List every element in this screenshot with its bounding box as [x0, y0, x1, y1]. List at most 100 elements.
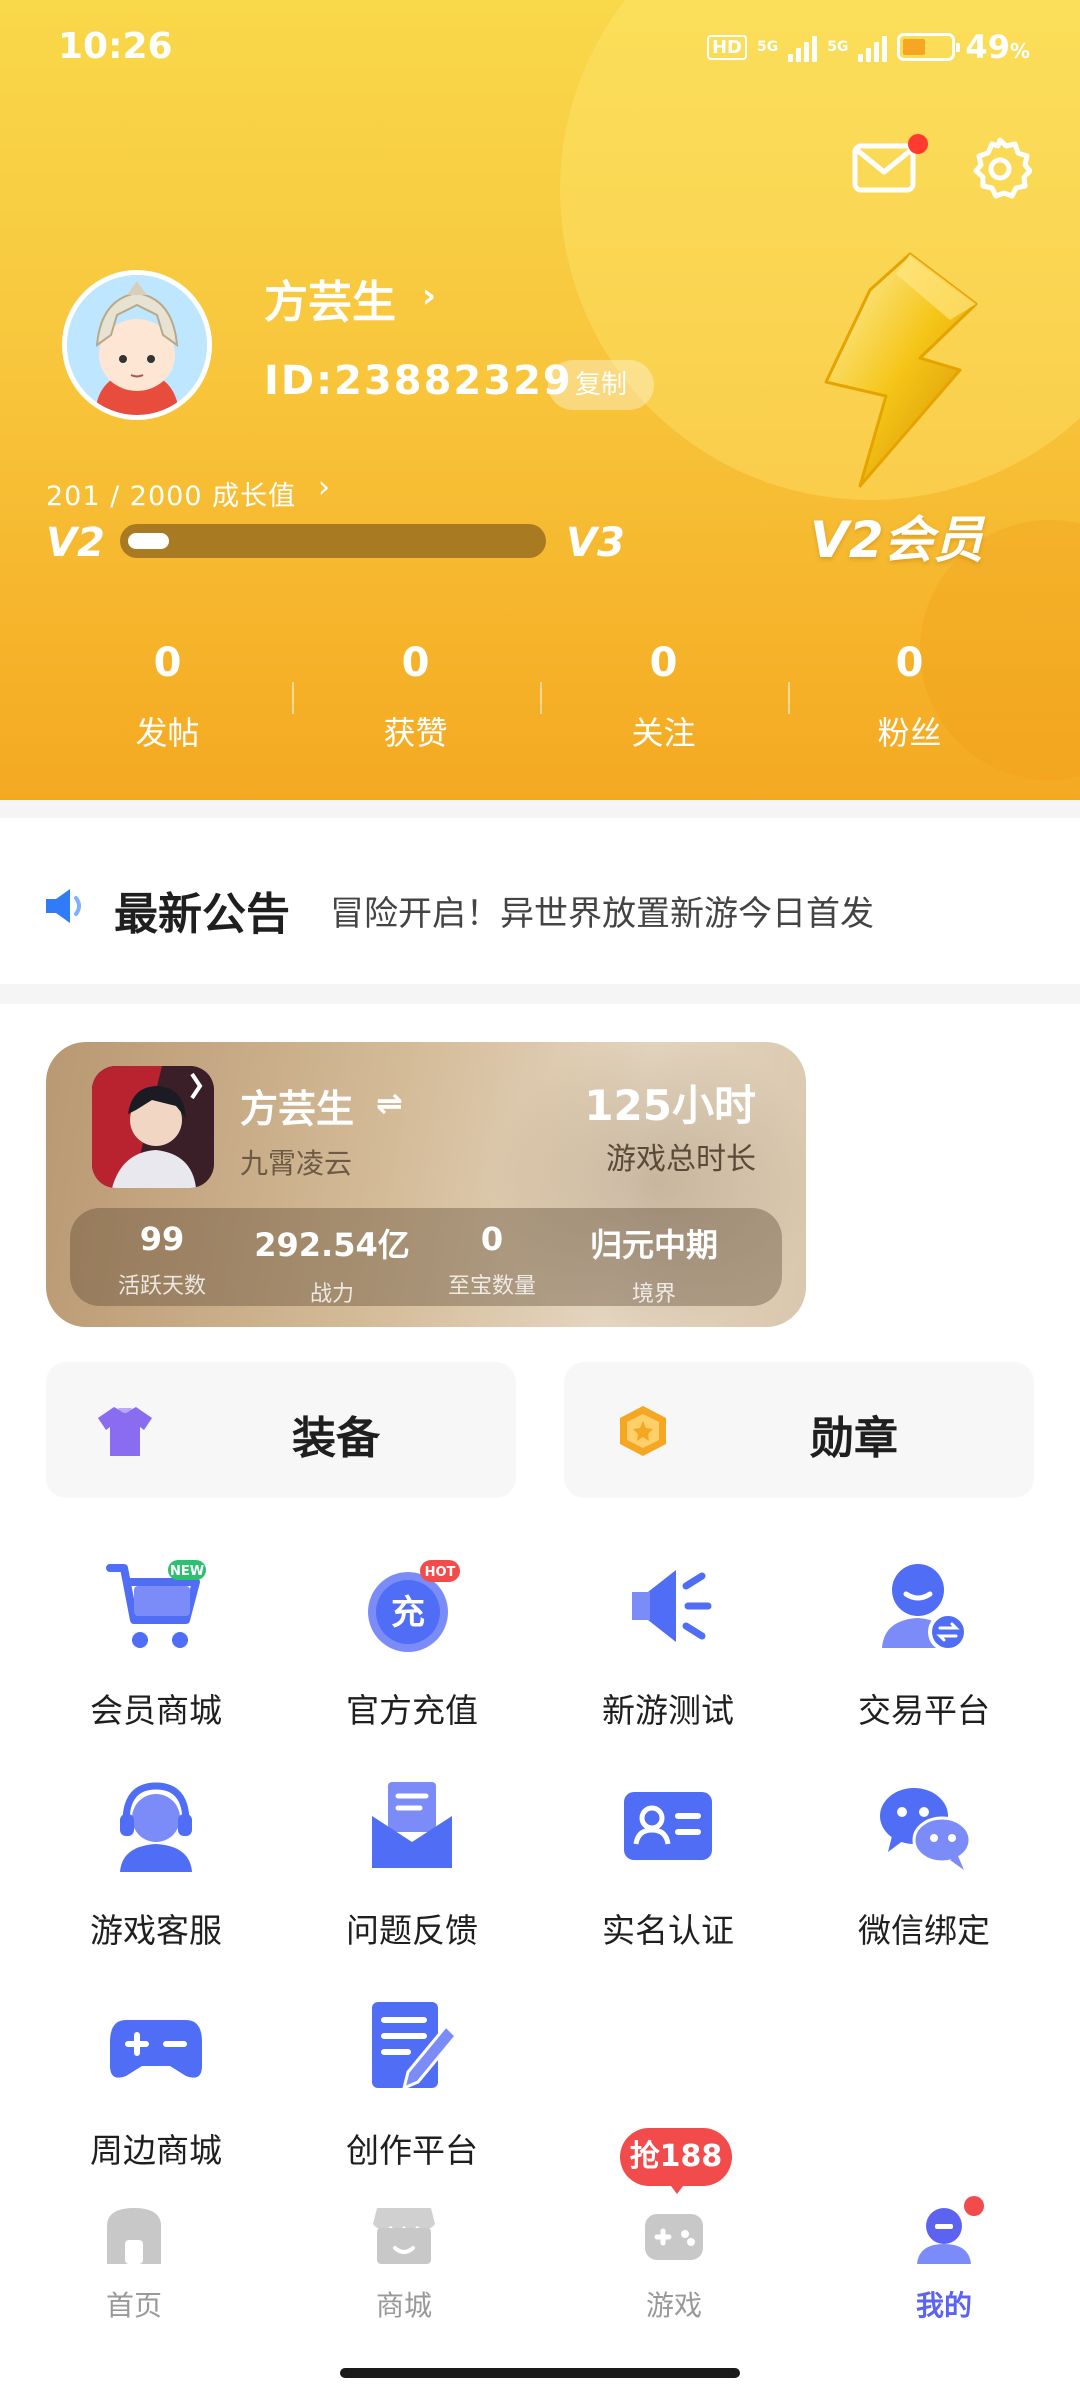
game-stat: 99 活跃天数 — [82, 1220, 242, 1300]
grid-item-label: 游戏客服 — [90, 1911, 222, 1950]
grid-item-label: 交易平台 — [858, 1691, 990, 1730]
nav-profile[interactable]: 我的 — [844, 2204, 1044, 2324]
level-current: V2 — [46, 520, 105, 566]
grid-item-label: 周边商城 — [90, 2131, 222, 2170]
grid-item-label: 官方充值 — [346, 1691, 478, 1730]
stat-label: 粉丝 — [877, 714, 942, 752]
grid-item-trade-platform[interactable]: 交易平台 — [796, 1556, 1052, 1756]
grid-item-label: 创作平台 — [346, 2131, 478, 2170]
edit-doc-icon — [372, 2002, 459, 2091]
grid-item-customer-service[interactable]: 游戏客服 — [28, 1776, 284, 1976]
play-hours: 125小时 — [584, 1081, 756, 1130]
grid-item-label: 问题反馈 — [346, 1911, 478, 1950]
speaker-icon — [46, 889, 81, 923]
grid-item-recharge[interactable]: 充 HOT 官方充值 — [284, 1556, 540, 1756]
store-icon — [373, 2208, 435, 2264]
announcement-title: 最新公告 — [114, 889, 290, 940]
game-stat: 归元中期 境界 — [574, 1220, 734, 1308]
game-stat: 0 至宝数量 — [412, 1220, 572, 1300]
level-next: V3 — [566, 520, 625, 566]
signal-icon — [858, 32, 888, 62]
game-stat-label: 活跃天数 — [117, 1274, 206, 1299]
stat-followers[interactable]: 0 粉丝 — [786, 640, 1033, 754]
mail-icon[interactable] — [852, 142, 916, 194]
nav-label: 首页 — [105, 2289, 162, 2322]
user-name[interactable]: 方芸生 — [264, 266, 396, 330]
grid-item-real-name[interactable]: 实名认证 — [540, 1776, 796, 1976]
stat-value: 0 — [895, 640, 924, 686]
hot-badge: HOT — [425, 1565, 456, 1580]
game-stat-label: 战力 — [309, 1282, 354, 1307]
bottom-navigation: 首页 商城 游戏 我的 — [0, 2180, 1080, 2400]
game-player-name: 方芸生 — [240, 1087, 355, 1131]
stat-label: 关注 — [631, 714, 696, 752]
game-name: 九霄凌云 — [240, 1147, 353, 1180]
stat-label: 发帖 — [135, 714, 200, 752]
equipment-label: 装备 — [292, 1413, 380, 1464]
stat-following[interactable]: 0 关注 — [540, 640, 787, 754]
network-label-1: 5G — [756, 39, 779, 55]
section-gap — [0, 984, 1080, 1004]
stat-likes[interactable]: 0 获赞 — [292, 640, 539, 754]
grid-item-merch-store[interactable]: 周边商城 — [28, 1996, 284, 2196]
battery-percent: 49% — [965, 28, 1030, 66]
nav-store[interactable]: 商城 — [304, 2204, 504, 2324]
grid-item-wechat-bind[interactable]: 微信绑定 — [796, 1776, 1052, 1976]
medal-label: 勋章 — [810, 1413, 898, 1464]
grid-item-member-store[interactable]: NEW 会员商城 — [28, 1556, 284, 1756]
battery-icon — [897, 33, 961, 61]
feedback-icon — [372, 1782, 452, 1868]
user-stats: 0 发帖 0 获赞 0 关注 0 粉丝 — [0, 640, 1080, 780]
section-gap — [0, 800, 1080, 818]
status-bar: 10:26 HD 5G 5G 49% — [0, 0, 1080, 100]
member-level-label[interactable]: V2会员 — [810, 500, 984, 572]
mail-notification-dot — [908, 134, 928, 154]
avatar-image — [67, 275, 207, 415]
chevron-right-icon[interactable]: › — [422, 276, 436, 316]
equipment-button[interactable]: 装备 — [46, 1362, 516, 1498]
game-icon — [645, 2214, 703, 2260]
game-stat-value: 0 — [480, 1220, 504, 1258]
grid-item-new-game-test[interactable]: 新游测试 — [540, 1556, 796, 1756]
game-stat-label: 境界 — [631, 1282, 676, 1307]
chevron-right-icon[interactable]: › — [318, 470, 330, 505]
announcement-text[interactable]: 冒险开启！异世界放置新游今日首发 — [330, 886, 874, 935]
grid-item-creator-platform[interactable]: 创作平台 — [284, 1996, 540, 2196]
grid-item-label: 会员商城 — [90, 1691, 222, 1730]
hd-badge: HD — [706, 34, 747, 60]
nav-label: 商城 — [375, 2289, 432, 2322]
nav-game[interactable]: 游戏 — [574, 2204, 774, 2324]
nav-home[interactable]: 首页 — [34, 2204, 234, 2324]
profile-header: 10:26 HD 5G 5G 49% 方芸生 › ID:23882329 复制 … — [0, 0, 1080, 800]
copy-id-button[interactable]: 复制 — [548, 360, 654, 410]
game-role-card[interactable]: 方芸生 ⇌ 九霄凌云 125小时 游戏总时长 99 活跃天数 292.54亿 战… — [46, 1042, 806, 1327]
growth-value[interactable]: 201 / 2000 成长值 — [46, 474, 296, 513]
home-icon — [107, 2208, 161, 2264]
network-label-2: 5G — [827, 39, 849, 55]
nav-label: 我的 — [915, 2289, 972, 2322]
game-stat: 292.54亿 战力 — [252, 1220, 412, 1308]
grid-item-label: 新游测试 — [602, 1691, 734, 1730]
announcement-bar[interactable]: 最新公告 冒险开启！异世界放置新游今日首发 — [0, 800, 1080, 1004]
nav-label: 游戏 — [645, 2289, 702, 2322]
stat-value: 0 — [153, 640, 182, 686]
signal-icon — [788, 32, 818, 62]
game-stats: 99 活跃天数 292.54亿 战力 0 至宝数量 归元中期 境界 — [70, 1208, 782, 1308]
switch-role-icon[interactable]: ⇌ — [376, 1084, 403, 1122]
grid-item-feedback[interactable]: 问题反馈 — [284, 1776, 540, 1976]
recharge-glyph: 充 — [391, 1593, 425, 1633]
stat-posts[interactable]: 0 发帖 — [44, 640, 291, 754]
megaphone-icon — [632, 1570, 712, 1642]
home-indicator[interactable] — [340, 2368, 740, 2378]
avatar[interactable] — [62, 270, 212, 420]
gear-icon[interactable] — [968, 136, 1032, 200]
user-id: ID:23882329 — [264, 358, 573, 404]
promo-badge[interactable]: 抢188 — [620, 2128, 732, 2194]
game-stat-value: 99 — [139, 1220, 185, 1258]
status-indicators: HD 5G 5G 49% — [706, 28, 1030, 66]
cart-icon: NEW — [106, 1560, 206, 1648]
id-card-icon — [624, 1792, 712, 1860]
game-stat-label: 至宝数量 — [447, 1274, 536, 1299]
game-stat-value: 292.54亿 — [254, 1226, 410, 1264]
medal-button[interactable]: 勋章 — [564, 1362, 1034, 1498]
